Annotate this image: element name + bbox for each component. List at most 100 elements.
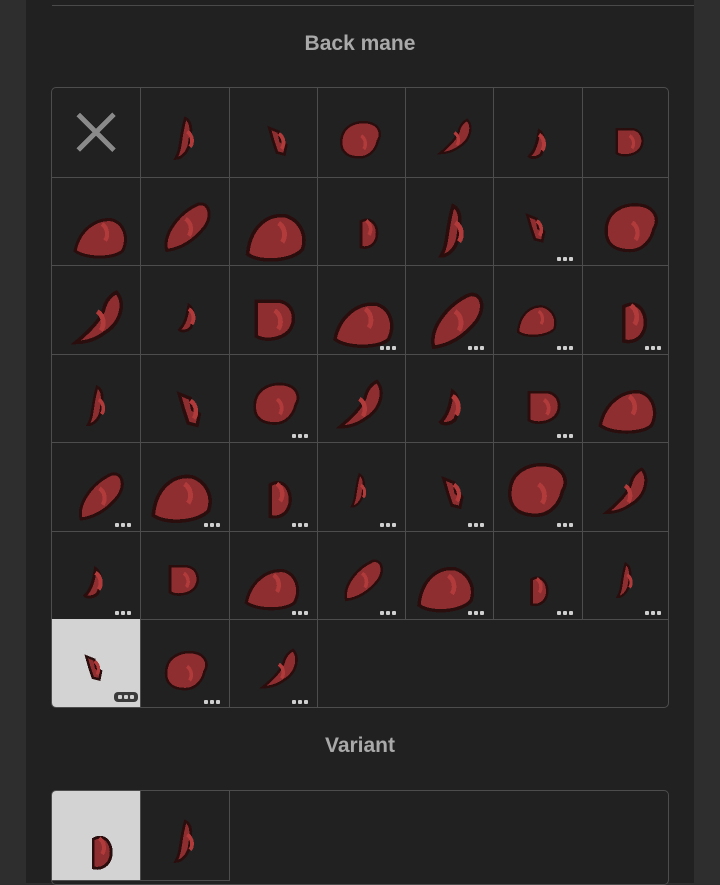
mane-sprite-icon xyxy=(332,302,394,348)
more-variants-icon xyxy=(380,611,397,615)
mane-sprite-icon xyxy=(359,217,379,249)
variant-grid xyxy=(51,790,669,885)
mane-sprite-icon xyxy=(417,566,475,612)
more-variants-icon xyxy=(291,522,308,527)
back-mane-option[interactable] xyxy=(140,88,230,178)
back-mane-option[interactable] xyxy=(140,353,230,443)
back-mane-option[interactable] xyxy=(405,265,495,355)
mane-sprite-icon xyxy=(91,835,113,870)
back-mane-option[interactable] xyxy=(493,265,583,355)
mane-sprite-icon xyxy=(176,390,202,427)
mane-sprite-icon xyxy=(339,120,381,159)
mane-sprite-icon xyxy=(527,390,561,424)
more-variants-icon xyxy=(468,611,485,615)
back-mane-option[interactable] xyxy=(493,88,583,178)
more-variants-icon xyxy=(645,611,662,615)
more-variants-icon xyxy=(291,434,308,438)
mane-sprite-icon xyxy=(177,302,196,333)
variant-option[interactable] xyxy=(140,791,230,881)
back-mane-option[interactable] xyxy=(52,176,142,266)
mane-sprite-icon xyxy=(615,127,644,157)
back-mane-option[interactable] xyxy=(228,88,318,178)
variant-option[interactable] xyxy=(52,791,142,881)
mane-sprite-icon xyxy=(621,302,647,344)
back-mane-option[interactable] xyxy=(581,177,668,266)
back-mane-option[interactable] xyxy=(140,619,230,707)
back-mane-option[interactable] xyxy=(228,442,318,532)
back-mane-option[interactable] xyxy=(405,176,495,266)
back-mane-option[interactable] xyxy=(52,265,142,355)
mane-sprite-icon xyxy=(349,472,367,508)
back-mane-option[interactable] xyxy=(316,88,407,178)
back-mane-option[interactable] xyxy=(581,265,668,355)
back-mane-option[interactable] xyxy=(493,442,583,532)
mane-sprite-icon xyxy=(252,382,299,425)
back-mane-option[interactable] xyxy=(140,265,230,355)
more-variants-icon xyxy=(291,699,308,704)
back-mane-option[interactable] xyxy=(581,88,668,178)
mane-sprite-icon xyxy=(268,480,292,519)
none-x-icon xyxy=(76,112,116,152)
mane-sprite-icon xyxy=(526,128,546,160)
back-mane-option[interactable] xyxy=(52,530,142,620)
back-mane-option[interactable] xyxy=(228,265,318,355)
back-mane-option[interactable] xyxy=(228,530,318,620)
back-mane-option[interactable] xyxy=(316,353,407,443)
mane-sprite-icon xyxy=(164,201,211,252)
back-mane-title: Back mane xyxy=(304,32,416,55)
back-mane-option[interactable] xyxy=(405,530,495,620)
mane-sprite-icon xyxy=(524,212,546,243)
divider xyxy=(52,5,694,6)
back-mane-option[interactable] xyxy=(140,530,230,620)
back-mane-option[interactable] xyxy=(493,353,583,443)
more-variants-icon xyxy=(556,611,573,615)
editor-panel: Back mane Variant xyxy=(26,0,694,885)
back-mane-option[interactable] xyxy=(405,88,495,178)
mane-sprite-icon xyxy=(507,462,567,518)
back-mane-option[interactable] xyxy=(581,531,668,620)
mane-sprite-icon xyxy=(169,564,200,596)
back-mane-option[interactable] xyxy=(229,619,318,707)
back-mane-option[interactable] xyxy=(316,530,407,620)
mane-sprite-icon xyxy=(437,118,472,155)
back-mane-option[interactable] xyxy=(405,442,495,532)
mane-sprite-icon xyxy=(602,467,648,515)
mane-sprite-icon xyxy=(70,290,124,345)
more-variants-icon xyxy=(203,522,220,527)
back-mane-option[interactable] xyxy=(52,353,142,443)
mane-sprite-icon xyxy=(73,217,127,259)
more-variants-icon xyxy=(556,434,573,438)
more-variants-icon xyxy=(556,257,573,261)
mane-sprite-icon xyxy=(604,202,658,252)
more-variants-icon xyxy=(556,345,573,350)
back-mane-grid xyxy=(51,87,669,708)
back-mane-option[interactable] xyxy=(52,88,142,178)
mane-sprite-icon xyxy=(165,650,209,691)
back-mane-option[interactable] xyxy=(316,265,407,355)
more-variants-icon xyxy=(468,345,485,350)
mane-sprite-icon xyxy=(441,475,465,510)
mane-sprite-icon xyxy=(253,299,295,341)
mane-sprite-icon xyxy=(266,125,288,157)
back-mane-option[interactable] xyxy=(52,442,142,532)
more-variants-icon xyxy=(645,345,662,350)
back-mane-option[interactable] xyxy=(228,353,318,443)
more-variants-icon xyxy=(291,611,308,615)
mane-sprite-icon xyxy=(438,387,461,425)
back-mane-option[interactable] xyxy=(140,442,230,532)
back-mane-option[interactable] xyxy=(228,176,318,266)
back-mane-option[interactable] xyxy=(52,619,142,707)
back-mane-option[interactable] xyxy=(316,442,407,532)
more-variants-icon xyxy=(380,522,397,527)
more-variants-icon xyxy=(115,522,132,527)
back-mane-option[interactable] xyxy=(405,353,495,443)
mane-sprite-icon xyxy=(335,378,383,429)
mane-sprite-icon xyxy=(516,305,557,337)
back-mane-option[interactable] xyxy=(493,176,583,266)
mane-sprite-icon xyxy=(244,568,299,610)
back-mane-option[interactable] xyxy=(140,176,230,266)
back-mane-option[interactable] xyxy=(581,442,668,532)
back-mane-option[interactable] xyxy=(316,176,407,266)
back-mane-option[interactable] xyxy=(581,354,668,443)
back-mane-option[interactable] xyxy=(493,530,583,620)
